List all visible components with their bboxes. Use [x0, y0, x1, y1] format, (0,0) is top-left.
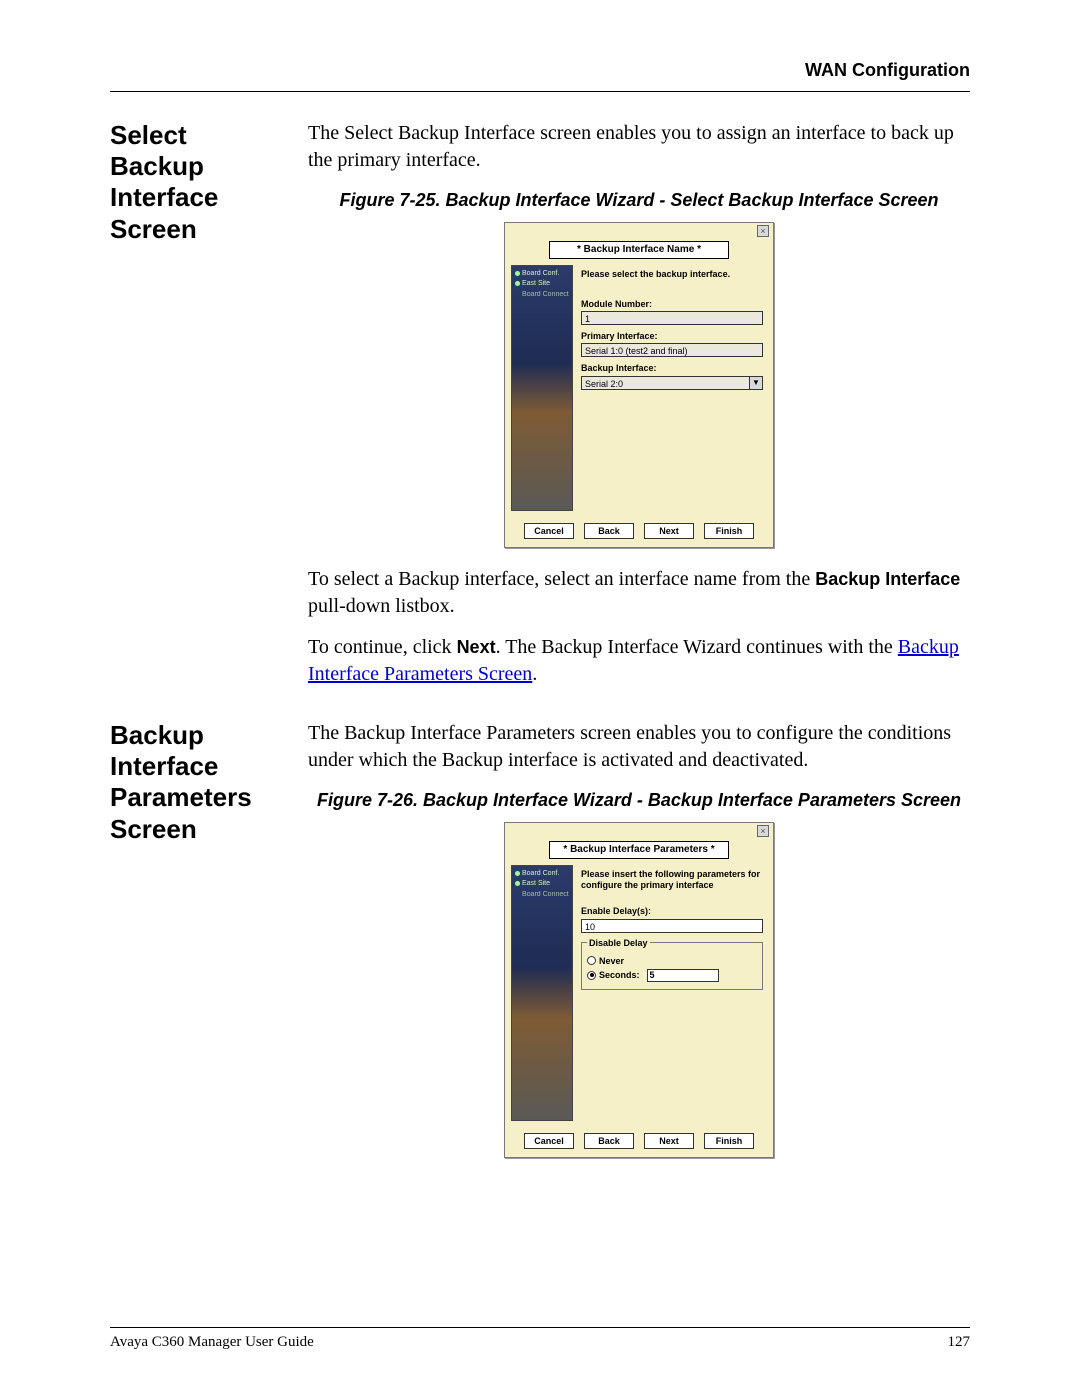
side-item: Board Conf.	[522, 870, 559, 878]
content-2: The Backup Interface Parameters screen e…	[308, 720, 970, 1176]
intro-1: The Select Backup Interface screen enabl…	[308, 120, 970, 174]
para-select-instruction: To select a Backup interface, select an …	[308, 566, 970, 620]
wizard2-buttons: Cancel Back Next Finish	[505, 1127, 773, 1157]
wizard1-step-title: * Backup Interface Name *	[549, 241, 729, 259]
wizard1-side-image: Board Conf. East Site Board Connect	[511, 265, 573, 511]
wizard-backup-interface-parameters: × * Backup Interface Parameters * Board …	[504, 822, 774, 1158]
wizard2-prompt: Please insert the following parameters f…	[581, 869, 763, 892]
enable-delay-field[interactable]: 10	[581, 919, 763, 933]
wizard2-side-image: Board Conf. East Site Board Connect	[511, 865, 573, 1121]
cancel-button[interactable]: Cancel	[524, 1133, 574, 1149]
wizard2-step-title: * Backup Interface Parameters *	[549, 841, 729, 859]
finish-button[interactable]: Finish	[704, 1133, 754, 1149]
wizard1-fields: Please select the backup interface. Modu…	[573, 265, 767, 511]
wizard1-buttons: Cancel Back Next Finish	[505, 517, 773, 547]
seconds-label: Seconds:	[599, 969, 640, 981]
wizard2-fields: Please insert the following parameters f…	[573, 865, 767, 1121]
text: To select a Backup interface, select an …	[308, 568, 815, 590]
text-bold: Backup Interface	[815, 569, 960, 589]
side-item: Board Connect	[522, 291, 569, 299]
module-number-label: Module Number:	[581, 298, 763, 310]
radio-icon[interactable]	[587, 956, 596, 965]
seconds-option[interactable]: Seconds: 5	[587, 969, 757, 982]
never-label: Never	[599, 955, 624, 967]
page-footer: Avaya C360 Manager User Guide 127	[110, 1327, 970, 1351]
side-item: East Site	[522, 880, 550, 888]
close-icon[interactable]: ×	[757, 225, 769, 237]
wizard2-titlebar: ×	[505, 823, 773, 839]
text: To continue, click	[308, 636, 457, 658]
intro-2: The Backup Interface Parameters screen e…	[308, 720, 970, 774]
section-select-backup-interface: Select Backup Interface Screen The Selec…	[110, 120, 970, 702]
finish-button[interactable]: Finish	[704, 523, 754, 539]
chevron-down-icon[interactable]: ▼	[749, 376, 763, 390]
backup-interface-select[interactable]: Serial 2:0 ▼	[581, 376, 763, 390]
seconds-field[interactable]: 5	[647, 969, 719, 982]
side-item: East Site	[522, 280, 550, 288]
page-header: WAN Configuration	[110, 60, 970, 81]
side-heading-1: Select Backup Interface Screen	[110, 120, 280, 702]
text-bold: Next	[457, 637, 496, 657]
disable-delay-group: Disable Delay Never Seconds: 5	[581, 937, 763, 990]
disable-delay-legend: Disable Delay	[587, 937, 650, 949]
backup-interface-label: Backup Interface:	[581, 362, 763, 374]
next-button[interactable]: Next	[644, 523, 694, 539]
enable-delay-label: Enable Delay(s):	[581, 905, 763, 917]
text: . The Backup Interface Wizard continues …	[496, 636, 898, 658]
next-button[interactable]: Next	[644, 1133, 694, 1149]
backup-interface-value: Serial 2:0	[581, 376, 749, 390]
never-option[interactable]: Never	[587, 955, 757, 967]
module-number-field: 1	[581, 311, 763, 325]
side-heading-2: Backup Interface Parameters Screen	[110, 720, 280, 1176]
content-1: The Select Backup Interface screen enabl…	[308, 120, 970, 702]
para-continue-instruction: To continue, click Next. The Backup Inte…	[308, 634, 970, 688]
wizard1-prompt: Please select the backup interface.	[581, 269, 763, 280]
back-button[interactable]: Back	[584, 523, 634, 539]
section-backup-interface-parameters: Backup Interface Parameters Screen The B…	[110, 720, 970, 1176]
footer-left: Avaya C360 Manager User Guide	[110, 1334, 314, 1351]
header-rule	[110, 91, 970, 92]
figure-caption-2: Figure 7-26. Backup Interface Wizard - B…	[308, 788, 970, 812]
back-button[interactable]: Back	[584, 1133, 634, 1149]
cancel-button[interactable]: Cancel	[524, 523, 574, 539]
primary-interface-field: Serial 1:0 (test2 and final)	[581, 343, 763, 357]
text: pull-down listbox.	[308, 595, 455, 617]
side-item: Board Conf.	[522, 270, 559, 278]
text: .	[532, 663, 537, 685]
side-item: Board Connect	[522, 891, 569, 899]
wizard1-titlebar: ×	[505, 223, 773, 239]
wizard-select-backup-interface: × * Backup Interface Name * Board Conf. …	[504, 222, 774, 548]
figure-caption-1: Figure 7-25. Backup Interface Wizard - S…	[308, 188, 970, 212]
footer-page-number: 127	[948, 1334, 971, 1351]
close-icon[interactable]: ×	[757, 825, 769, 837]
radio-icon[interactable]	[587, 971, 596, 980]
primary-interface-label: Primary Interface:	[581, 330, 763, 342]
footer-rule	[110, 1327, 970, 1328]
